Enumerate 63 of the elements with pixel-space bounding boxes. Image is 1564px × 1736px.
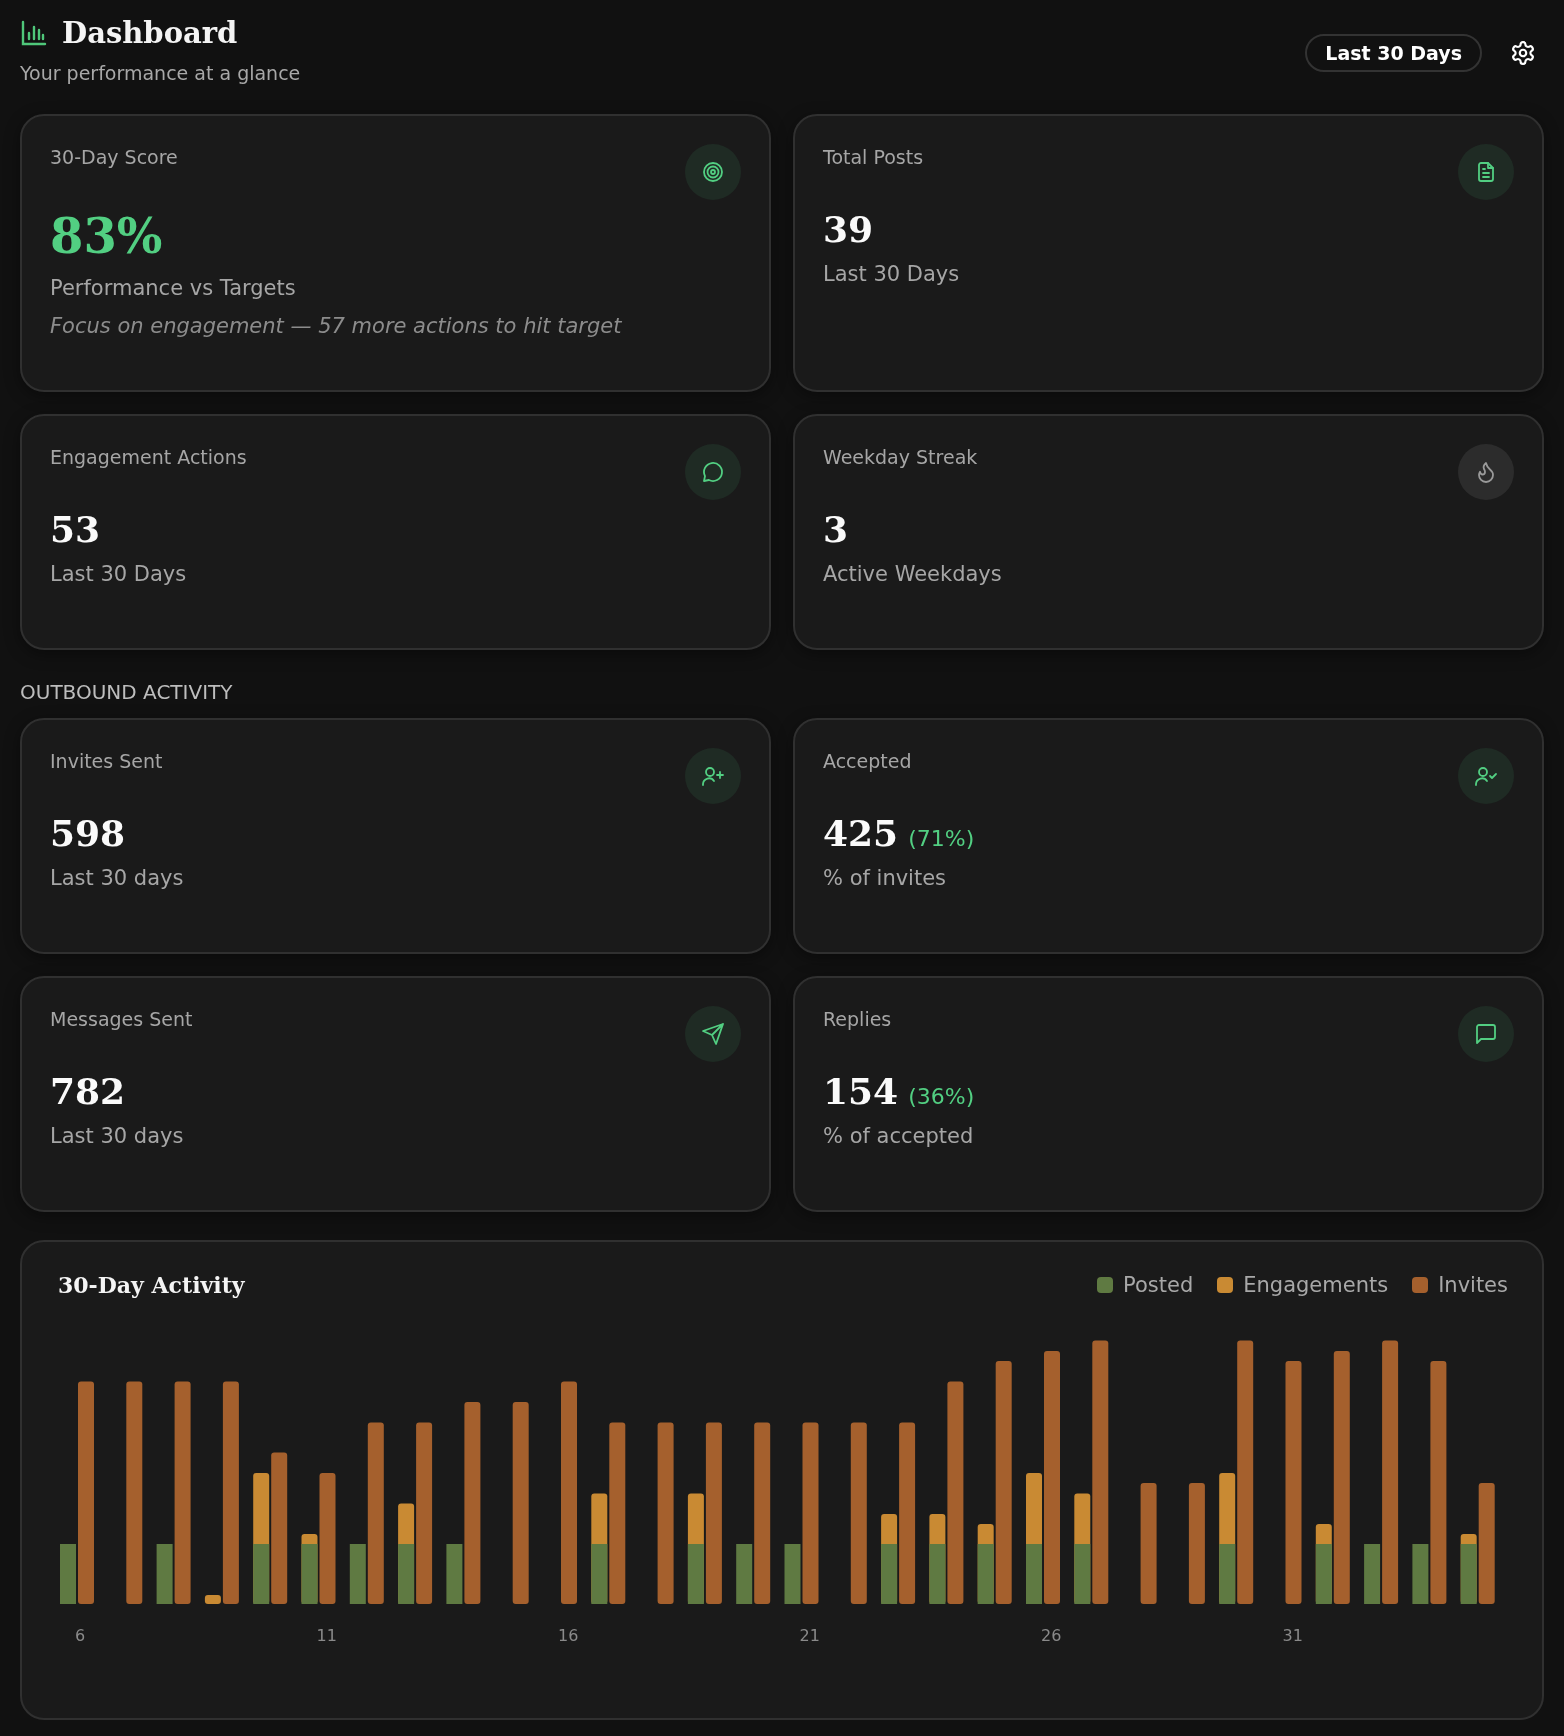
stat-value: 39 [823,208,874,250]
stat-caption: Performance vs Targets [50,276,297,300]
settings-icon[interactable] [1510,40,1536,66]
bar-chart-icon [20,19,48,47]
posted-bar [929,1544,946,1604]
card-label: Engagement Actions [50,446,247,468]
posted-bar [398,1544,415,1604]
posted-bar [1074,1544,1091,1604]
rate-text: (36%) [908,1084,975,1109]
posted-bar [349,1544,366,1604]
card-label: Total Posts [823,146,924,168]
hint-text: Focus on engagement — 57 more actions to hit target [50,314,623,338]
axis-label: 11 [316,1626,337,1645]
legend-label: Posted [1123,1273,1194,1297]
posted-bar [60,1544,76,1604]
posted-bar [1412,1544,1429,1604]
card-label: Invites Sent [50,750,163,772]
axis-label: 21 [799,1626,820,1645]
card-label: 30-Day Score [50,146,178,168]
card-label: Replies [823,1008,892,1030]
posted-bar [1364,1544,1381,1604]
stat-value: 154 [823,1070,899,1112]
stat-caption: Active Weekdays [823,562,1003,586]
stat-value: 425 [823,812,899,854]
axis-label: 31 [1282,1626,1303,1645]
stat-caption: Last 30 Days [823,262,961,286]
posted-bar [1315,1544,1332,1604]
posted-bar [687,1544,704,1604]
axis-label: 16 [558,1626,579,1645]
card-label: Accepted [823,750,912,772]
posted-bar [446,1544,463,1604]
posted-bar [591,1544,608,1604]
legend-label: Invites [1438,1273,1508,1297]
stat-value: 598 [50,812,126,854]
page-title: Dashboard [62,16,238,50]
posted-bar [1026,1544,1042,1604]
section-heading: OUTBOUND ACTIVITY [20,680,234,704]
stat-caption: % of invites [823,866,948,890]
stat-caption: Last 30 days [50,1124,185,1148]
chart-title: 30-Day Activity [58,1272,245,1298]
posted-bar [156,1544,173,1604]
stat-value: 782 [50,1070,126,1112]
posted-bar [253,1544,270,1604]
date-range-button[interactable]: Last 30 Days [1305,34,1482,72]
stat-value: 53 [50,508,101,550]
axis-label: 26 [1041,1626,1062,1645]
posted-bar [736,1544,753,1604]
stat-value: 3 [823,508,849,550]
posted-bar [881,1544,898,1604]
axis-label: 6 [75,1626,86,1645]
rate-text: (71%) [908,826,975,851]
engagements-bar [204,1595,221,1604]
legend-label: Engagements [1243,1273,1389,1297]
stat-caption: % of accepted [823,1124,975,1148]
card-label: Messages Sent [50,1008,193,1030]
posted-bar [784,1544,801,1604]
posted-bar [977,1544,994,1604]
stat-caption: Last 30 Days [50,562,188,586]
stat-value: 83% [50,208,163,264]
card-label: Weekday Streak [823,446,978,468]
stat-caption: Last 30 days [50,866,185,890]
page-subtitle: Your performance at a glance [20,62,301,84]
posted-bar [1219,1544,1236,1604]
